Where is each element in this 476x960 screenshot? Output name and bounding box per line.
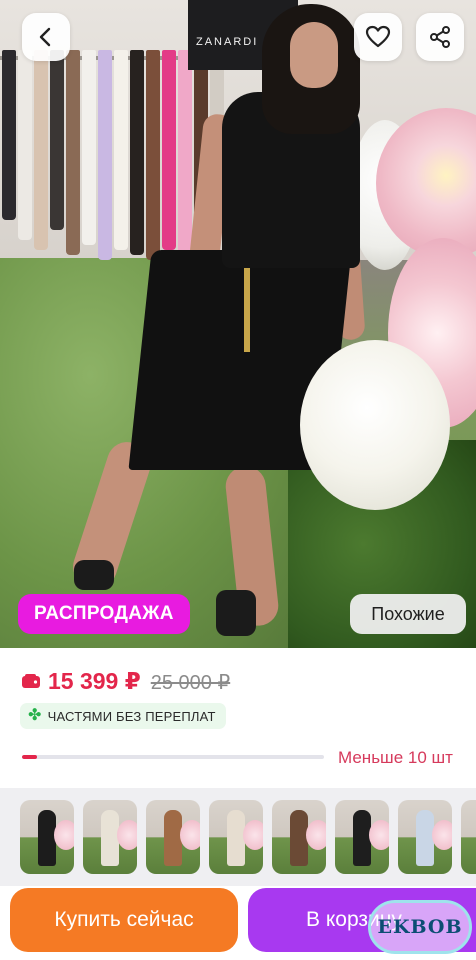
garment <box>66 50 80 255</box>
thumbnail-flower <box>54 820 74 850</box>
garment <box>82 50 96 245</box>
garment <box>50 50 64 230</box>
garment <box>178 50 192 255</box>
chevron-left-icon <box>39 27 51 47</box>
model-shoe <box>216 590 256 636</box>
thumbnail-item[interactable] <box>398 800 452 874</box>
garment <box>18 50 32 240</box>
thumbnail-item[interactable] <box>272 800 326 874</box>
installment-label: ЧАСТЯМИ БЕЗ ПЕРЕПЛАТ <box>47 708 216 724</box>
model-shoe <box>74 560 114 590</box>
garment <box>34 50 48 250</box>
thumbnail-flower <box>432 820 452 850</box>
thumbnail-item[interactable] <box>146 800 200 874</box>
thumbnail-strip[interactable] <box>20 800 476 874</box>
old-price: 25 000 ₽ <box>150 672 231 694</box>
similar-products-button[interactable]: Похожие <box>350 594 466 634</box>
thumbnail-flower <box>117 820 137 850</box>
thumbnail-item[interactable] <box>83 800 137 874</box>
store-sign-text: ZANARDI <box>196 36 259 48</box>
wallet-icon <box>22 674 40 688</box>
price-row: 15 399 ₽ 25 000 ₽ <box>22 668 230 695</box>
product-photo[interactable]: ZANARDI <box>0 0 476 648</box>
clover-icon: ✤ <box>28 707 42 724</box>
garment <box>98 50 112 260</box>
sale-badge: РАСПРОДАЖА <box>18 594 190 634</box>
thumbnail-item[interactable] <box>461 800 476 874</box>
white-flower <box>300 340 450 510</box>
stock-progress-bar <box>22 755 324 759</box>
stock-label: Меньше 10 шт <box>338 748 453 767</box>
favorite-button[interactable] <box>354 13 402 61</box>
thumbnail-flower <box>369 820 389 850</box>
garment <box>130 50 144 255</box>
thumbnail-flower <box>180 820 200 850</box>
thumbnail-item[interactable] <box>209 800 263 874</box>
garment <box>2 50 16 220</box>
buy-now-button[interactable]: Купить сейчас <box>10 888 238 952</box>
watermark-logo: EKBOB <box>368 900 472 954</box>
model-face <box>290 22 338 88</box>
thumbnail-item[interactable] <box>335 800 389 874</box>
garment <box>162 50 176 250</box>
back-button[interactable] <box>22 13 70 61</box>
stock-progress-fill <box>22 755 38 759</box>
thumbnail-flower <box>306 820 326 850</box>
garment <box>146 50 160 260</box>
shorts-zipper <box>244 262 250 352</box>
share-button[interactable] <box>416 13 464 61</box>
thumbnail-flower <box>243 820 263 850</box>
garment <box>114 50 128 250</box>
thumbnail-item[interactable] <box>20 800 74 874</box>
current-price: 15 399 ₽ <box>48 668 141 694</box>
share-icon <box>430 26 450 48</box>
heart-icon <box>365 25 391 48</box>
installment-badge[interactable]: ✤ ЧАСТЯМИ БЕЗ ПЕРЕПЛАТ <box>20 703 226 729</box>
